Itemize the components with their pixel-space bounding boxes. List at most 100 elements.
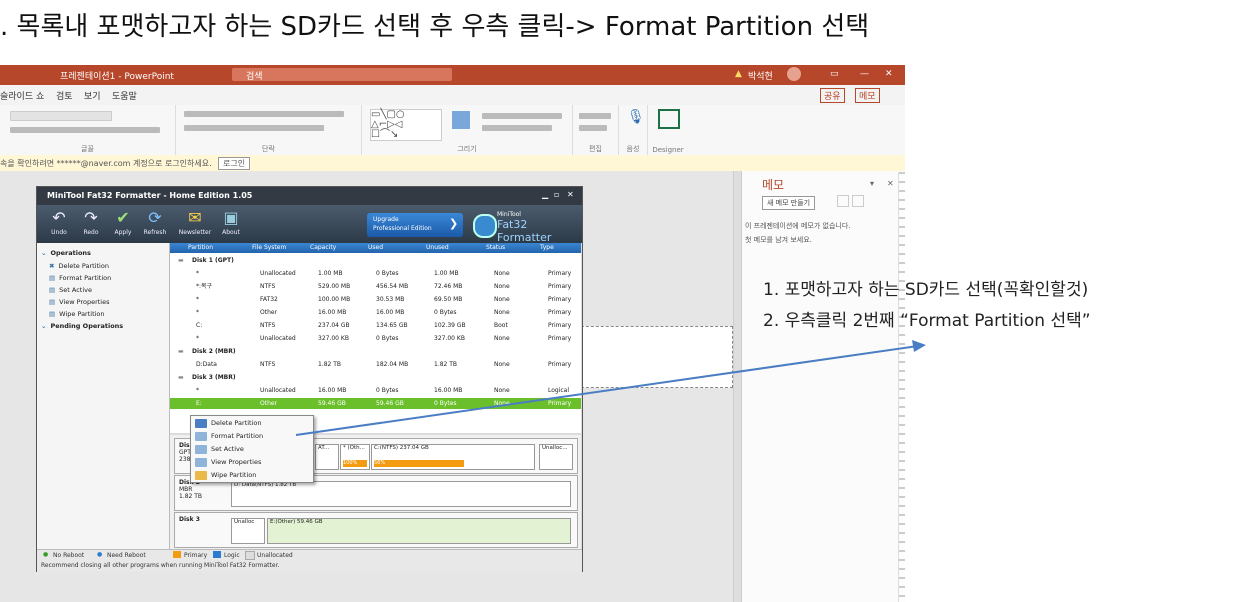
login-button[interactable]: 로그인 xyxy=(218,157,251,170)
wipe-icon xyxy=(195,470,207,480)
ppt-menu-bar: 슬라이드 쇼 검토 보기 도움말 공유 메모 xyxy=(0,85,905,105)
ppt-ribbon: 글꼴 단락 ▭╲▢○ △⌐▷◁ ☐⌒↘ 그리기 편집 🎙 음성 Designer xyxy=(0,105,905,156)
disk1-part-at[interactable]: AT... xyxy=(315,444,339,470)
table-cell: 237.04 GB xyxy=(318,322,350,329)
designer-icon[interactable] xyxy=(658,109,680,129)
disk3-name: Disk 3 xyxy=(179,516,200,523)
column-header[interactable]: Type xyxy=(540,243,554,253)
disk-row[interactable]: ▬ Disk 3 (MBR) xyxy=(170,372,581,383)
logic-swatch xyxy=(213,551,221,558)
column-header[interactable]: Used xyxy=(368,243,383,253)
menu-review[interactable]: 검토 xyxy=(56,89,73,102)
table-cell: 1.00 MB xyxy=(434,270,459,277)
microphone-icon[interactable]: 🎙 xyxy=(627,109,645,125)
ribbon-font-label: 글꼴 xyxy=(81,145,94,153)
disk-label: Disk 2 (MBR) xyxy=(192,348,236,355)
pending-operations[interactable]: ⌄ Pending Operations xyxy=(41,322,123,332)
disk1-part-unalloc[interactable]: Unalloc... xyxy=(539,444,573,470)
table-row[interactable]: D:Data NTFS 1.82 TB 182.04 MB 1.82 TB None Pri… xyxy=(170,359,581,370)
menu-help[interactable]: 도움말 xyxy=(112,89,137,102)
op-wipe-partition[interactable]: ▤ Wipe Partition xyxy=(49,310,105,320)
minimize-icon[interactable]: — xyxy=(860,69,869,79)
op-delete-partition[interactable]: ✖ Delete Partition xyxy=(49,262,109,272)
ctx-wipe-partition[interactable]: Wipe Partition xyxy=(195,469,309,482)
table-cell: Boot xyxy=(494,322,508,329)
disk3-part-e[interactable]: E:(Other) 59.46 GB xyxy=(267,518,571,544)
table-cell: C: xyxy=(196,322,203,329)
status-message: Recommend closing all other programs whe… xyxy=(41,562,280,569)
table-row[interactable]: *:복구 NTFS 529.00 MB 456.54 MB 72.46 MB None Pr… xyxy=(170,281,581,292)
table-header: Partition File System Capacity Used Unused St… xyxy=(170,243,581,253)
selected-partition-row[interactable]: E: Other 59.46 GB 59.46 GB 0 Bytes None Primar… xyxy=(170,398,581,409)
new-memo-button[interactable]: 새 메모 만들기 xyxy=(762,196,816,210)
share-button[interactable]: 공유 xyxy=(820,88,845,103)
newsletter-button[interactable]: ✉ Newsletter xyxy=(177,207,213,236)
column-header[interactable]: Status xyxy=(486,243,505,253)
redo-button[interactable]: ↷ Redo xyxy=(77,207,105,236)
ctx-delete-partition[interactable]: Delete Partition xyxy=(195,417,309,430)
disk3-part-unalloc[interactable]: Unalloc xyxy=(231,518,265,544)
avatar[interactable] xyxy=(787,67,801,81)
table-row[interactable]: * Unallocated 16.00 MB 0 Bytes 16.00 MB None L… xyxy=(170,385,581,396)
memo-options-icon[interactable]: ▾ xyxy=(870,179,874,188)
minitool-window: MiniTool Fat32 Formatter - Home Edition … xyxy=(36,186,583,572)
op-view-properties[interactable]: ▤ View Properties xyxy=(49,298,110,308)
menu-slideshow[interactable]: 슬라이드 쇼 xyxy=(0,89,44,102)
menu-view[interactable]: 보기 xyxy=(84,89,101,102)
table-row[interactable]: * Unallocated 327.00 KB 0 Bytes 327.00 KB Non… xyxy=(170,333,581,344)
annotation-line2: 2. 우측클릭 2번째 “Format Partition 선택” xyxy=(763,311,1091,331)
column-header[interactable]: File System xyxy=(252,243,286,253)
disk-map-disk3[interactable]: Disk 3 Unalloc E:(Other) 59.46 GB xyxy=(174,512,578,548)
format-icon: ▤ xyxy=(49,274,56,282)
minitool-title: MiniTool Fat32 Formatter - Home Edition … xyxy=(47,191,253,200)
table-cell: Other xyxy=(260,400,278,407)
op-format-partition[interactable]: ▤ Format Partition xyxy=(49,274,111,284)
disk-row[interactable]: ▬ Disk 1 (GPT) xyxy=(170,255,581,266)
ribbon-display-icon[interactable]: ▭ xyxy=(830,69,839,79)
ribbon-editing-label: 편집 xyxy=(589,145,602,153)
column-header[interactable]: Partition xyxy=(188,243,213,253)
apply-button[interactable]: ✔ Apply xyxy=(109,207,137,236)
minitool-max-icon[interactable]: ▫ xyxy=(554,190,559,199)
about-button[interactable]: ▣ About xyxy=(217,207,245,236)
undo-button[interactable]: ↶ Undo xyxy=(45,207,73,236)
minitool-min-icon[interactable]: ▁ xyxy=(542,190,548,199)
upgrade-button[interactable]: Upgrade Professional Edition ❯ xyxy=(367,213,463,237)
slide-placeholder[interactable] xyxy=(566,326,733,388)
memo-prev-icon[interactable] xyxy=(837,195,849,207)
minitool-close-icon[interactable]: ✕ xyxy=(567,190,574,199)
memo-close-icon[interactable]: ✕ xyxy=(887,179,894,188)
table-row[interactable]: * Other 16.00 MB 16.00 MB 0 Bytes None Primary xyxy=(170,307,581,318)
ppt-search-box[interactable]: 검색 xyxy=(232,68,452,82)
disk2-part-d[interactable]: D: Data(NTFS) 1.82 TB xyxy=(231,481,571,507)
ctx-set-active[interactable]: Set Active xyxy=(195,443,309,456)
delete-icon: ✖ xyxy=(49,262,55,270)
disk1-part-c[interactable]: C:(NTFS) 237.04 GB 56% xyxy=(371,444,535,470)
table-row[interactable]: C: NTFS 237.04 GB 134.65 GB 102.39 GB Boot Pri… xyxy=(170,320,581,331)
table-cell: None xyxy=(494,309,510,316)
ctx-format-partition[interactable]: Format Partition xyxy=(195,430,309,443)
ctx-view-properties[interactable]: View Properties xyxy=(195,456,309,469)
memo-pane: 메모 ▾ ✕ 새 메모 만들기 이 프레젠테이션에 메모가 없습니다. 첫 메모… xyxy=(741,171,905,602)
table-row[interactable]: * FAT32 100.00 MB 30.53 MB 69.50 MB None Prima… xyxy=(170,294,581,305)
memo-button[interactable]: 메모 xyxy=(855,88,880,103)
table-row[interactable]: * Unallocated 1.00 MB 0 Bytes 1.00 MB None Pri… xyxy=(170,268,581,279)
disk-row[interactable]: ▬ Disk 2 (MBR) xyxy=(170,346,581,357)
legend-need-reboot: Need Reboot xyxy=(107,552,146,559)
part-label: E:(Other) 59.46 GB xyxy=(270,519,323,525)
column-header[interactable]: Capacity xyxy=(310,243,336,253)
refresh-button[interactable]: ⟳ Refresh xyxy=(141,207,169,236)
op-set-active[interactable]: ▤ Set Active xyxy=(49,286,92,296)
ribbon-voice-group: 🎙 음성 xyxy=(619,105,648,155)
table-cell: NTFS xyxy=(260,361,276,368)
arrange-icon[interactable] xyxy=(452,111,470,129)
table-cell: 16.00 MB xyxy=(434,387,463,394)
column-header[interactable]: Unused xyxy=(426,243,449,253)
disk1-part-other[interactable]: * (Oth... 100% xyxy=(340,444,370,470)
table-cell: * xyxy=(196,335,199,342)
close-icon[interactable]: ✕ xyxy=(885,69,893,79)
shapes-gallery[interactable]: ▭╲▢○ △⌐▷◁ ☐⌒↘ xyxy=(370,109,442,141)
disk-icon: ▬ xyxy=(178,348,184,355)
brand-top: MiniTool xyxy=(497,211,521,218)
memo-next-icon[interactable] xyxy=(852,195,864,207)
